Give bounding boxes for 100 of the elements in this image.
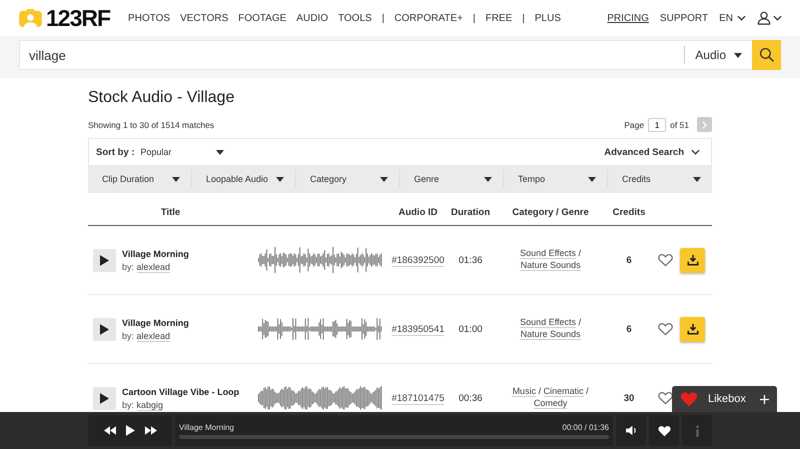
duration: 00:36 — [458, 392, 484, 404]
audio-id-link[interactable]: #187101475 — [392, 392, 444, 404]
column-header: Category / Genre — [511, 206, 590, 218]
caret-icon — [588, 176, 596, 182]
play-button[interactable] — [126, 425, 134, 436]
now-playing-title: Village Morning — [179, 422, 234, 432]
nav-link[interactable]: PHOTOS — [128, 12, 170, 24]
nav-link[interactable]: CORPORATE+ — [394, 12, 463, 24]
play-button[interactable] — [93, 318, 116, 340]
plus-icon[interactable] — [760, 394, 769, 404]
heart-icon — [658, 424, 670, 436]
category-link[interactable]: Nature Sounds — [520, 329, 581, 340]
category-link[interactable]: Music — [512, 386, 536, 398]
column-header: Duration — [450, 206, 492, 218]
logo[interactable]: 123RF — [18, 4, 110, 32]
page-title: Stock Audio - Village — [88, 89, 236, 107]
caret-icon — [276, 176, 284, 182]
rewind-button[interactable] — [104, 426, 116, 435]
nav-link[interactable]: SUPPORT — [660, 12, 708, 24]
nav-link[interactable]: PLUS — [534, 12, 561, 24]
category-link[interactable]: Cinematic — [544, 386, 584, 398]
info-icon — [694, 424, 700, 436]
author-label: by: — [122, 400, 134, 410]
caret-icon — [172, 176, 180, 182]
filter-dropdown[interactable]: Tempo — [504, 170, 608, 188]
credits: 30 — [622, 392, 636, 404]
caret-icon — [734, 52, 742, 58]
heart-icon[interactable] — [658, 253, 672, 267]
chevron-down-icon — [773, 15, 782, 21]
credits: 6 — [625, 324, 633, 334]
caret-icon — [216, 150, 224, 154]
camera-icon — [18, 8, 43, 28]
category-link[interactable]: Sound Effects — [520, 317, 576, 328]
caret-icon — [693, 176, 701, 182]
nav-link[interactable]: FOOTAGE — [238, 12, 286, 24]
play-button[interactable] — [93, 248, 116, 272]
advanced-search-toggle[interactable]: Advanced Search — [604, 146, 704, 158]
heart-icon[interactable] — [658, 322, 672, 336]
audio-id-link[interactable]: #183950541 — [392, 324, 444, 336]
audio-id-link[interactable]: #186392500 — [392, 254, 444, 266]
chevron-down-icon — [691, 149, 700, 155]
chevron-down-icon — [737, 15, 746, 21]
category-link[interactable]: Nature Sounds — [520, 260, 581, 271]
filter-dropdown[interactable]: Loopable Audio — [192, 170, 296, 188]
category-link[interactable]: Comedy — [534, 398, 568, 409]
caret-icon — [380, 176, 388, 182]
category-separator: / — [578, 248, 581, 258]
search-button[interactable] — [752, 40, 781, 70]
column-header: Credits — [612, 206, 646, 218]
author-label: by: — [122, 330, 134, 340]
nav-link[interactable]: TOOLS — [338, 12, 372, 24]
filter-dropdown[interactable]: Credits — [608, 170, 712, 188]
download-icon — [686, 323, 698, 335]
category-separator: / — [586, 386, 589, 396]
filter-dropdown[interactable]: Category — [296, 170, 400, 188]
play-icon — [100, 254, 109, 266]
sort-label: Sort by : — [96, 146, 135, 158]
fast-forward-button[interactable] — [144, 426, 156, 435]
category-link[interactable]: Sound Effects — [520, 248, 576, 260]
page-input[interactable]: 1 — [648, 118, 666, 132]
heart-icon[interactable] — [658, 391, 672, 405]
track-title[interactable]: Cartoon Village Vibe - Loop — [122, 386, 240, 396]
playback-time: 00:00 / 01:36 — [562, 422, 609, 432]
filter-dropdown[interactable]: Genre — [400, 170, 504, 188]
play-icon — [126, 425, 134, 436]
rewind-icon — [104, 426, 116, 435]
language-selector[interactable]: EN — [719, 12, 733, 24]
category-separator: / — [538, 386, 541, 396]
likebox-panel[interactable]: Likebox — [672, 386, 777, 412]
volume-button[interactable] — [626, 425, 636, 436]
filter-dropdown[interactable]: Clip Duration — [88, 170, 192, 188]
play-button[interactable] — [93, 386, 116, 410]
sort-dropdown[interactable]: Popular — [140, 147, 224, 157]
nav-link[interactable]: PRICING — [607, 12, 649, 24]
likebox-label: Likebox — [708, 393, 747, 405]
download-button[interactable] — [680, 248, 705, 272]
track-title[interactable]: Village Morning — [122, 248, 189, 258]
chevron-right-icon — [702, 120, 707, 128]
author-link[interactable]: alexlead — [136, 330, 170, 342]
heart-icon — [680, 391, 698, 407]
nav-link[interactable]: AUDIO — [296, 12, 328, 24]
search-field[interactable]: village Audio — [19, 40, 752, 70]
play-icon — [100, 392, 109, 404]
search-icon — [758, 47, 774, 63]
author-link[interactable]: alexlead — [136, 262, 170, 272]
author-link[interactable]: kabgig — [136, 400, 164, 410]
results-count: Showing 1 to 30 of 1514 matches — [88, 120, 214, 130]
column-header: Audio ID — [397, 206, 439, 218]
page-label: Page — [624, 120, 644, 130]
nav-link[interactable]: FREE — [485, 12, 512, 24]
download-button[interactable] — [680, 316, 705, 342]
nav-separator: | — [522, 12, 525, 24]
category-separator: / — [578, 317, 581, 328]
user-icon[interactable] — [757, 11, 771, 25]
credits: 6 — [625, 254, 633, 266]
track-title[interactable]: Village Morning — [122, 318, 189, 328]
duration: 01:00 — [458, 324, 484, 334]
nav-link[interactable]: VECTORS — [180, 12, 228, 24]
author-label: by: — [122, 262, 134, 272]
favorite-button[interactable] — [658, 424, 670, 436]
